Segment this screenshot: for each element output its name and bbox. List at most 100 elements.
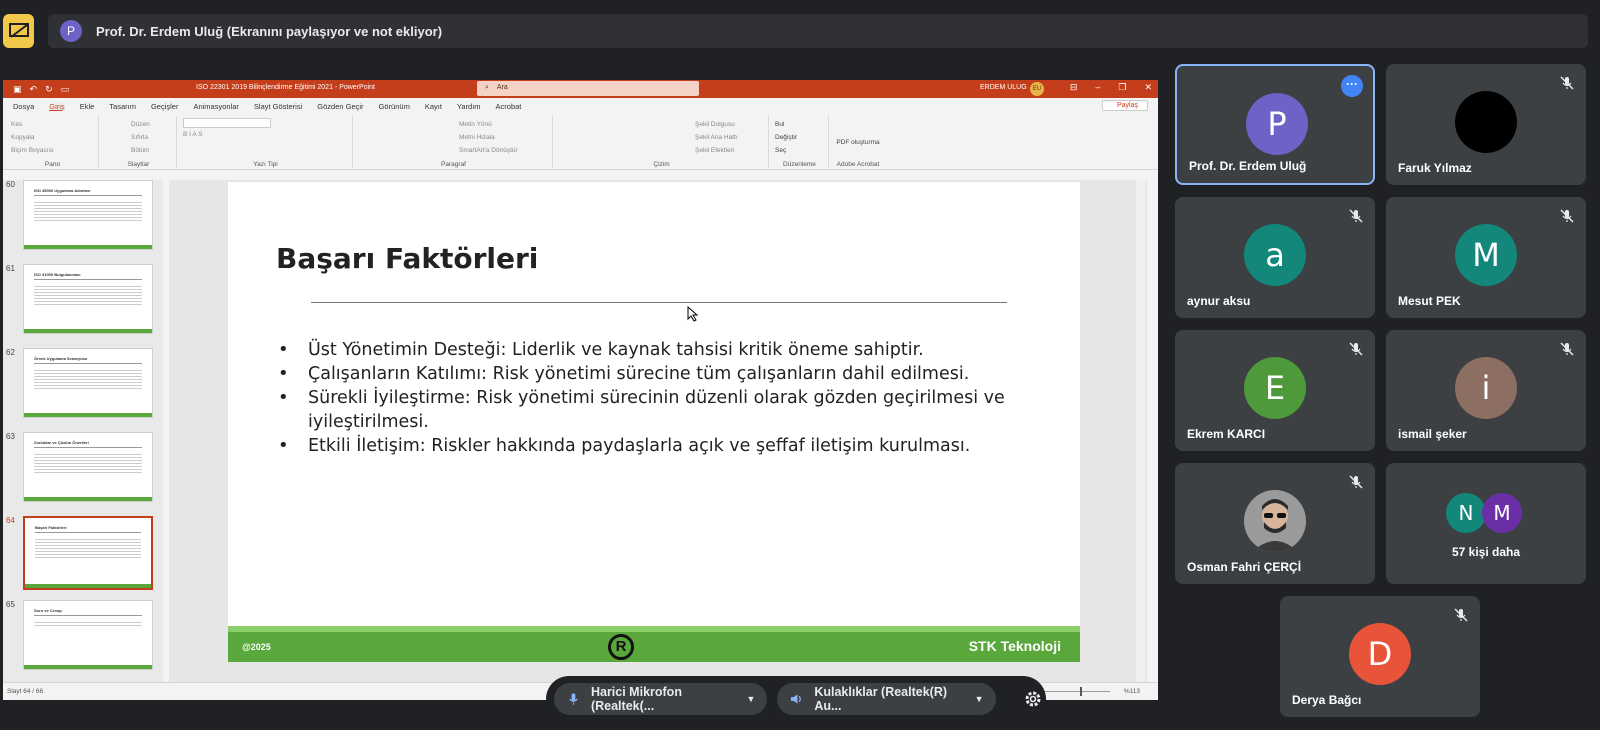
ribbon-shape-fill: Şekil Dolgusu	[695, 121, 735, 128]
ribbon-group-pano: Kes Kopyala Biçim Boyacısı Pano	[7, 116, 99, 168]
slide-bullet: Çalışanların Katılımı: Risk yönetimi sür…	[276, 362, 1036, 386]
ribbon-pdf-create: PDF oluşturma	[836, 139, 880, 146]
ribbon-group-label: Düzenleme	[783, 161, 816, 168]
chevron-down-icon: ▼	[746, 694, 756, 704]
presenter-banner: P Prof. Dr. Erdem Uluğ (Ekranını paylaşı…	[48, 14, 1588, 48]
slide-thumbnail: Soru ve Cevap	[23, 600, 153, 670]
ribbon-replace: Değiştir	[775, 134, 798, 141]
ppt-search-box: ⌕ Ara	[477, 81, 699, 96]
window-controls: ⊟ – ❐ ✕	[1070, 82, 1152, 93]
mic-off-icon	[1349, 209, 1363, 223]
slide-thumbnail: ISO 45000 Uygulama Adımları	[23, 180, 153, 250]
ribbon-copy: Kopyala	[11, 134, 35, 141]
shared-screen-powerpoint: ▣ ↶ ↻ ▭ ISO 22301 2019 Bilinçlendirme Eğ…	[3, 80, 1158, 700]
ppt-search-placeholder: Ara	[496, 84, 508, 91]
presentation-stop-icon[interactable]	[3, 14, 34, 48]
ppt-share-label: Paylaş	[1116, 102, 1138, 109]
slide-thumbnail: Örnek Uygulama Senaryosu	[23, 348, 153, 418]
avatar-photo	[1244, 490, 1306, 552]
more-options-icon[interactable]: ···	[1341, 75, 1363, 97]
participant-tile[interactable]: Osman Fahri ÇERÇİ	[1175, 463, 1375, 584]
thumb-title: ISO 31000 Bulgulanması	[34, 272, 81, 277]
tab-gozden-gecir: Gözden Geçir	[317, 101, 364, 111]
ribbon-select: Seç	[775, 147, 787, 154]
avatar: N	[1446, 493, 1486, 533]
thumb-number: 65	[6, 600, 15, 609]
tab-dosya: Dosya	[13, 101, 35, 111]
ribbon-shape-effects: Şekil Efektleri	[695, 147, 735, 154]
speaker-select[interactable]: Kulaklıklar (Realtek(R) Au... ▼	[777, 683, 996, 715]
undo-icon: ↶	[29, 83, 38, 94]
quick-access-toolbar: ▣ ↶ ↻ ▭	[13, 84, 69, 95]
speaker-label: Kulaklıklar (Realtek(R) Au...	[814, 685, 948, 713]
current-slide: Başarı Faktörleri Üst Yönetimin Desteği:…	[228, 182, 1080, 662]
ppt-ribbon-tabs: Dosya Giriş Ekle Tasarım Geçişler Animas…	[3, 98, 1158, 114]
participant-tile[interactable]: P ··· Prof. Dr. Erdem Uluğ	[1175, 64, 1375, 185]
slide-scrollbar	[1136, 180, 1145, 682]
ribbon-align-text: Metni Hizala	[459, 134, 495, 141]
start-from-beginning-icon: ▭	[60, 83, 70, 94]
more-participants-tile[interactable]: N M 57 kişi daha	[1386, 463, 1586, 584]
mic-off-icon	[1560, 209, 1574, 223]
thumb-number: 64	[6, 516, 15, 525]
participant-name: Mesut PEK	[1398, 294, 1461, 308]
tab-tasarim: Tasarım	[109, 101, 136, 111]
ribbon-convert-smartart: SmartArt'a Dönüştür	[459, 147, 518, 154]
ppt-user-name: ERDEM ULUG	[980, 84, 1027, 91]
thumb-title: Örnek Uygulama Senaryosu	[34, 356, 88, 361]
slide-bullet: Üst Yönetimin Desteği: Liderlik ve kayna…	[276, 338, 1036, 362]
microphone-select[interactable]: Harici Mikrofon (Realtek(... ▼	[554, 683, 768, 715]
thumb-title: Soru ve Cevap	[34, 608, 62, 613]
tab-gorunum: Görünüm	[378, 101, 410, 111]
mouse-cursor-icon	[687, 306, 699, 322]
slide-footer-year: @2025	[242, 642, 271, 652]
participant-tile[interactable]: D Derya Bağcı	[1280, 596, 1480, 717]
presenter-avatar: P	[60, 20, 82, 42]
tab-giris: Giriş	[49, 101, 65, 111]
participant-tile[interactable]: M Mesut PEK	[1386, 197, 1586, 318]
slide-counter: Slayt 64 / 66	[7, 688, 44, 695]
ribbon-group-label: Çizim	[653, 161, 670, 168]
ribbon-format-painter: Biçim Boyacısı	[11, 147, 54, 154]
speaker-icon	[791, 694, 802, 704]
minimize-icon: –	[1095, 82, 1101, 92]
mic-off-icon	[1560, 342, 1574, 356]
ppt-user-badge: EU	[1030, 82, 1044, 96]
participant-name: Faruk Yılmaz	[1398, 161, 1472, 175]
participant-tile[interactable]: Faruk Yılmaz	[1386, 64, 1586, 185]
ribbon-group-duzenleme: Bul Değiştir Seç Düzenleme	[771, 116, 829, 168]
slide-thumbnail: Zorluklar ve Çözüm Önerileri	[23, 432, 153, 502]
slide-canvas: Başarı Faktörleri Üst Yönetimin Desteği:…	[169, 180, 1147, 682]
registered-mark-icon: R	[608, 634, 634, 660]
more-participants-count: 57 kişi daha	[1451, 545, 1521, 559]
participant-name: aynur aksu	[1187, 294, 1251, 308]
presenter-banner-text: Prof. Dr. Erdem Uluğ (Ekranını paylaşıyo…	[96, 23, 443, 39]
participant-name: Ekrem KARCI	[1187, 427, 1266, 441]
participant-tile[interactable]: E Ekrem KARCI	[1175, 330, 1375, 451]
tab-gecisler: Geçişler	[150, 101, 179, 111]
participant-name: Prof. Dr. Erdem Uluğ	[1189, 159, 1307, 173]
ribbon-group-yazi-tipi: B I A S Yazı Tipi	[179, 116, 353, 168]
thumb-title: Zorluklar ve Çözüm Önerileri	[34, 440, 89, 445]
mic-off-icon	[1454, 608, 1468, 622]
slide-thumbnail-selected: Başarı Faktörleri	[23, 516, 153, 590]
slide-footer-company: STK Teknoloji	[968, 638, 1061, 654]
device-controls-bar: Harici Mikrofon (Realtek(... ▼ Kulaklıkl…	[546, 676, 1046, 722]
participant-tile[interactable]: i ismail şeker	[1386, 330, 1586, 451]
slide-bullet: Etkili İletişim: Riskler hakkında paydaş…	[276, 434, 1036, 458]
thumb-number: 61	[6, 264, 15, 273]
participant-name: Osman Fahri ÇERÇİ	[1187, 560, 1302, 574]
ribbon-shape-outline: Şekil Ana Hattı	[695, 134, 738, 141]
chevron-down-icon: ▼	[974, 694, 984, 704]
ribbon-cut: Kes	[11, 121, 23, 128]
maximize-icon: ❐	[1118, 82, 1127, 92]
ribbon-group-slaytlar: Düzen Sıfırla Bölüm Slaytlar	[101, 116, 177, 168]
gear-icon[interactable]	[1020, 685, 1046, 713]
slide-thumbnail: ISO 31000 Bulgulanması	[23, 264, 153, 334]
thumb-number: 62	[6, 348, 15, 357]
thumb-number: 63	[6, 432, 15, 441]
participant-tile[interactable]: a aynur aksu	[1175, 197, 1375, 318]
tab-kayit: Kayıt	[424, 101, 442, 111]
redo-icon: ↻	[45, 83, 53, 94]
thumb-title: Başarı Faktörleri	[35, 525, 67, 530]
